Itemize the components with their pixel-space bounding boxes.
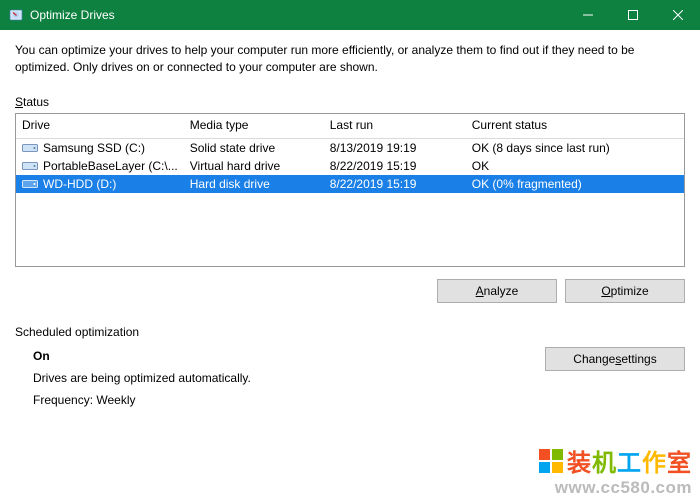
table-header-row: Drive Media type Last run Current status — [16, 114, 684, 139]
optimize-button[interactable]: Optimize — [565, 279, 685, 303]
scheduled-label: Scheduled optimization — [15, 325, 685, 339]
maximize-button[interactable] — [610, 0, 655, 30]
media-type: Hard disk drive — [184, 175, 324, 193]
close-button[interactable] — [655, 0, 700, 30]
titlebar: Optimize Drives — [0, 0, 700, 30]
table-row[interactable]: WD-HDD (D:) Hard disk drive8/22/2019 15:1… — [16, 175, 684, 193]
minimize-button[interactable] — [565, 0, 610, 30]
last-run: 8/22/2019 15:19 — [324, 175, 466, 193]
change-settings-button[interactable]: Change settings — [545, 347, 685, 371]
window-title: Optimize Drives — [30, 8, 565, 22]
current-status: OK — [466, 157, 684, 175]
table-row[interactable]: Samsung SSD (C:) Solid state drive8/13/20… — [16, 138, 684, 157]
current-status: OK (8 days since last run) — [466, 138, 684, 157]
drive-name: Samsung SSD (C:) — [43, 141, 145, 155]
col-status[interactable]: Current status — [466, 114, 684, 139]
intro-text: You can optimize your drives to help you… — [15, 42, 685, 77]
drive-icon — [22, 178, 38, 190]
app-icon — [8, 7, 24, 23]
analyze-button[interactable]: Analyze — [437, 279, 557, 303]
current-status: OK (0% fragmented) — [466, 175, 684, 193]
window-controls — [565, 0, 700, 30]
last-run: 8/22/2019 15:19 — [324, 157, 466, 175]
drive-name: WD-HDD (D:) — [43, 177, 116, 191]
col-media[interactable]: Media type — [184, 114, 324, 139]
last-run: 8/13/2019 19:19 — [324, 138, 466, 157]
status-label: Status — [15, 95, 685, 109]
col-last[interactable]: Last run — [324, 114, 466, 139]
media-type: Virtual hard drive — [184, 157, 324, 175]
watermark: 装机工作室 www.cc580.com — [539, 443, 692, 498]
media-type: Solid state drive — [184, 138, 324, 157]
drive-icon — [22, 142, 38, 154]
scheduled-desc: Drives are being optimized automatically… — [33, 371, 685, 385]
scheduled-freq: Frequency: Weekly — [33, 393, 685, 407]
drive-name: PortableBaseLayer (C:\... — [43, 159, 178, 173]
drive-list[interactable]: Drive Media type Last run Current status… — [15, 113, 685, 267]
col-drive[interactable]: Drive — [16, 114, 184, 139]
drive-icon — [22, 160, 38, 172]
table-row[interactable]: PortableBaseLayer (C:\... Virtual hard dr… — [16, 157, 684, 175]
